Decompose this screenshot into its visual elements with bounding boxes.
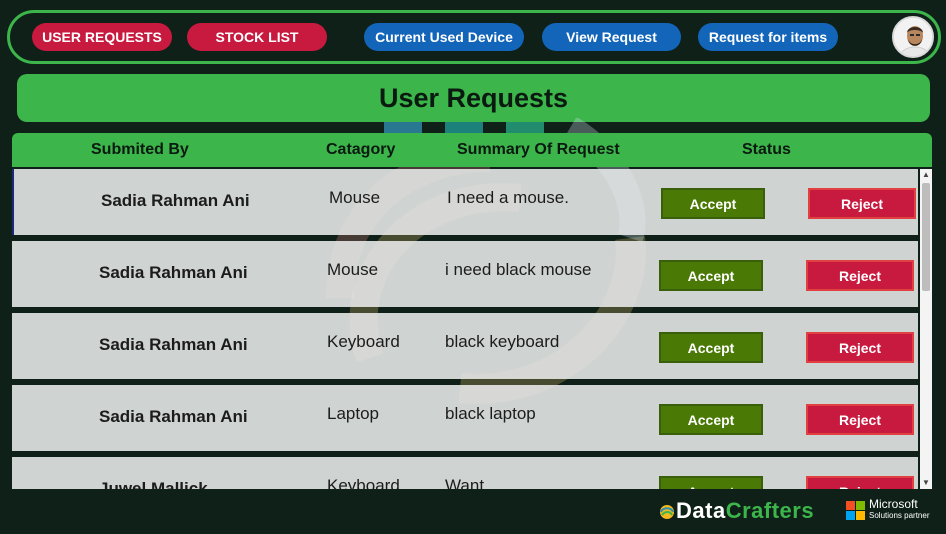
- scroll-up-arrow-icon[interactable]: ▲: [920, 169, 932, 181]
- microsoft-partner-logo: Microsoft Solutions partner: [846, 497, 930, 521]
- page-title: User Requests: [378, 82, 569, 113]
- row-submitted-by: Sadia Rahman Ani: [99, 335, 248, 354]
- microsoft-logo-icon: [846, 501, 865, 520]
- reject-button[interactable]: Reject: [808, 188, 916, 219]
- reject-button[interactable]: Reject: [806, 404, 914, 435]
- nav-stock-list-button[interactable]: STOCK LIST: [187, 23, 327, 51]
- datacrafters-mark-icon: [660, 505, 674, 519]
- nav-user-requests-button[interactable]: USER REQUESTS: [32, 23, 172, 51]
- row-summary: black laptop: [445, 404, 536, 423]
- row-submitted-by: Sadia Rahman Ani: [99, 407, 248, 426]
- user-avatar[interactable]: [892, 16, 934, 58]
- table-header: Submited By Catagory Summary Of Request …: [12, 133, 932, 167]
- table-row[interactable]: Sadia Rahman Ani Mouse i need black mous…: [12, 241, 918, 307]
- row-submitted-by: Juwel Mallick: [99, 479, 208, 489]
- table-row[interactable]: Sadia Rahman Ani Keyboard black keyboard…: [12, 313, 918, 379]
- header-status: Status: [742, 141, 791, 158]
- table-row[interactable]: Sadia Rahman Ani Mouse I need a mouse. A…: [12, 169, 918, 235]
- row-category: Keyboard: [327, 476, 400, 489]
- row-summary: black keyboard: [445, 332, 560, 351]
- header-submitted-by: Submited By: [91, 141, 189, 158]
- brand-data-text: Data: [676, 498, 726, 523]
- nav-view-request-button[interactable]: View Request: [542, 23, 681, 51]
- reject-button[interactable]: Reject: [806, 260, 914, 291]
- row-category: Laptop: [327, 404, 379, 423]
- accept-button[interactable]: Accept: [659, 260, 763, 291]
- scroll-down-arrow-icon[interactable]: ▼: [920, 477, 932, 489]
- reject-button[interactable]: Reject: [806, 476, 914, 489]
- table-scrollbar[interactable]: ▲ ▼: [920, 169, 932, 489]
- page-title-banner: User Requests: [17, 74, 930, 122]
- row-submitted-by: Sadia Rahman Ani: [101, 191, 250, 210]
- row-submitted-by: Sadia Rahman Ani: [99, 263, 248, 282]
- header-summary: Summary Of Request: [457, 141, 620, 158]
- brand-crafters-text: Crafters: [725, 498, 815, 523]
- table-body[interactable]: Sadia Rahman Ani Mouse I need a mouse. A…: [12, 169, 918, 489]
- row-summary: i need black mouse: [445, 260, 592, 279]
- accept-button[interactable]: Accept: [659, 404, 763, 435]
- user-requests-table: Submited By Catagory Summary Of Request …: [12, 133, 932, 489]
- partner-subtitle: Solutions partner: [869, 511, 930, 520]
- accept-button[interactable]: Accept: [661, 188, 765, 219]
- app-window: USER REQUESTS STOCK LIST Current Used De…: [0, 0, 946, 534]
- row-category: Keyboard: [327, 332, 400, 351]
- row-category: Mouse: [329, 188, 381, 207]
- datacrafters-logo: DataCrafters: [659, 497, 814, 525]
- reject-button[interactable]: Reject: [806, 332, 914, 363]
- row-summary: I need a mouse.: [447, 188, 569, 207]
- row-category: Mouse: [327, 260, 379, 279]
- header-category: Catagory: [326, 141, 396, 158]
- nav-request-for-items-button[interactable]: Request for items: [698, 23, 838, 51]
- user-avatar-icon: [894, 18, 932, 56]
- accept-button[interactable]: Accept: [659, 476, 763, 489]
- accept-button[interactable]: Accept: [659, 332, 763, 363]
- top-navigation-bar: USER REQUESTS STOCK LIST Current Used De…: [7, 10, 941, 64]
- row-summary: Want: [445, 476, 485, 489]
- nav-current-used-device-button[interactable]: Current Used Device: [364, 23, 524, 51]
- scrollbar-thumb[interactable]: [922, 183, 930, 291]
- partner-name: Microsoft: [869, 497, 918, 511]
- table-row[interactable]: Juwel Mallick Keyboard Want Accept Rejec…: [12, 457, 918, 489]
- table-row[interactable]: Sadia Rahman Ani Laptop black laptop Acc…: [12, 385, 918, 451]
